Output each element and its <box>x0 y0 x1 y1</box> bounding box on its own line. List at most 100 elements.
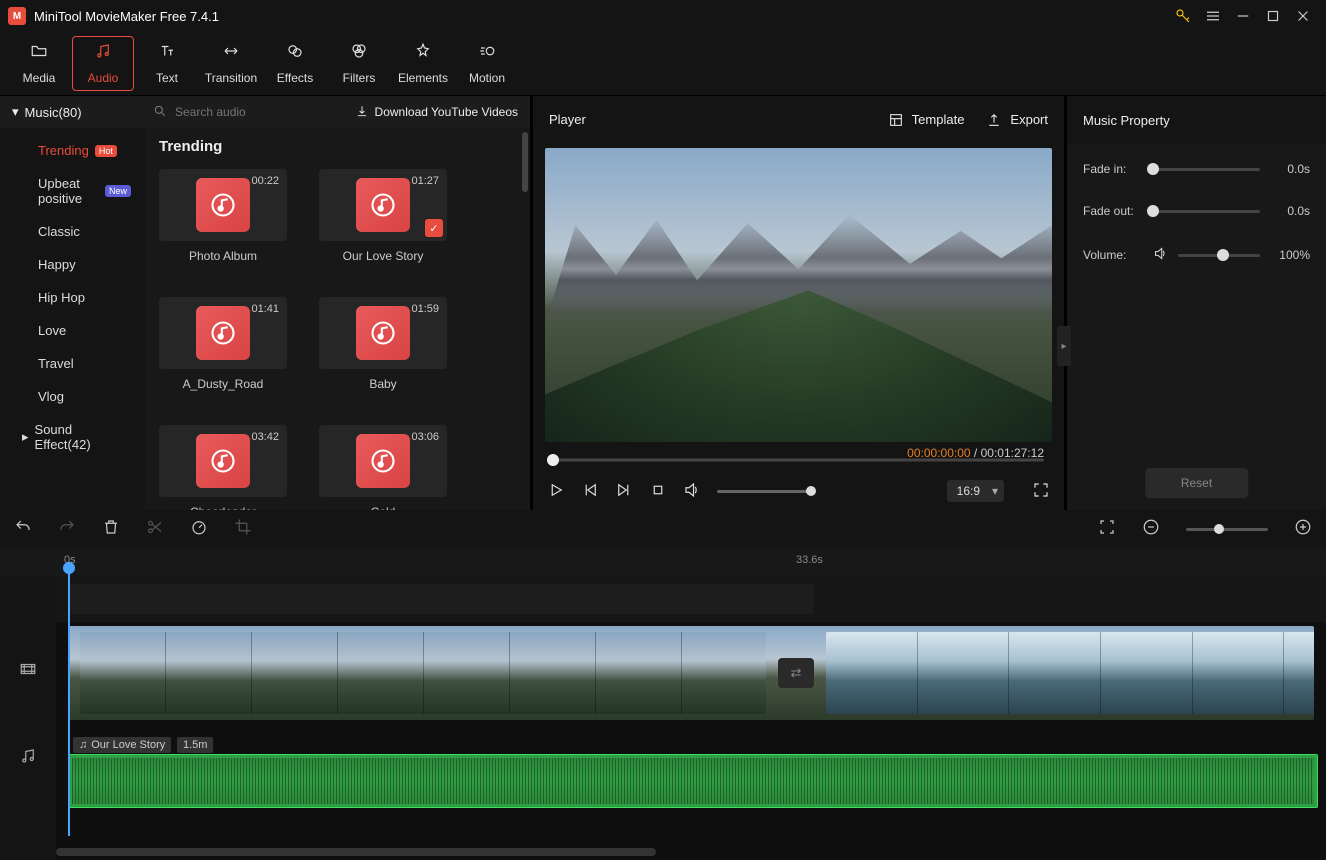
video-clip-1[interactable] <box>80 632 766 714</box>
scrollbar-thumb[interactable] <box>522 132 528 192</box>
split-button[interactable] <box>146 518 164 540</box>
ribbon-audio[interactable]: Audio <box>72 36 134 91</box>
scrub-handle[interactable] <box>547 454 559 466</box>
aspect-ratio-select[interactable]: 16:9 <box>947 480 1004 502</box>
zoom-in-button[interactable] <box>1294 518 1312 540</box>
zoom-slider[interactable] <box>1186 528 1268 531</box>
video-preview <box>545 148 1052 443</box>
close-button[interactable] <box>1288 1 1318 31</box>
playhead[interactable] <box>68 570 70 836</box>
music-thumb-icon <box>356 434 410 488</box>
titlebar: M MiniTool MovieMaker Free 7.4.1 <box>0 0 1326 32</box>
audio-track[interactable]: ♫ Our Love Story 1.5m <box>56 734 1326 814</box>
current-time: 00:00:00:00 <box>907 446 970 460</box>
category-hip-hop[interactable]: Hip Hop <box>0 281 145 314</box>
ribbon-media[interactable]: Media <box>8 36 70 91</box>
undo-button[interactable] <box>14 518 32 540</box>
prev-frame-button[interactable] <box>581 481 599 502</box>
timeline-scrollbar[interactable] <box>56 848 656 856</box>
play-button[interactable] <box>547 481 565 502</box>
delete-button[interactable] <box>102 518 120 540</box>
audio-item[interactable]: 00:22Photo Album <box>159 169 287 263</box>
audio-item[interactable]: 03:06Cold <box>319 425 447 510</box>
fade-in-row: Fade in: 0.0s <box>1083 162 1310 176</box>
video-clip-2[interactable] <box>826 632 1314 714</box>
category-travel[interactable]: Travel <box>0 347 145 380</box>
video-track[interactable]: ⇄ <box>68 626 1314 720</box>
audio-name: Photo Album <box>159 249 287 263</box>
volume-icon[interactable] <box>683 481 701 502</box>
chevron-right-icon: ▸ <box>22 429 29 445</box>
music-thumb-icon <box>356 178 410 232</box>
music-thumb-icon <box>356 306 410 360</box>
badge: Hot <box>95 145 117 157</box>
music-section-toggle[interactable]: ▾ Music(80) <box>0 104 145 120</box>
music-thumb-icon <box>196 306 250 360</box>
ribbon-text[interactable]: Text <box>136 36 198 91</box>
key-icon[interactable] <box>1168 1 1198 31</box>
stop-button[interactable] <box>649 481 667 502</box>
overlay-track[interactable] <box>56 576 1326 622</box>
fit-zoom-button[interactable] <box>1098 518 1116 540</box>
video-track-icon <box>0 622 56 716</box>
collapse-panel-button[interactable]: ▸ <box>1057 326 1071 366</box>
category-upbeat-positive[interactable]: Upbeat positiveNew <box>0 167 145 215</box>
duration: 01:41 <box>251 303 279 315</box>
volume-row: Volume: 100% <box>1083 246 1310 264</box>
check-icon: ✓ <box>425 219 443 237</box>
category-trending[interactable]: TrendingHot <box>0 134 145 167</box>
ribbon-motion[interactable]: Motion <box>456 36 518 91</box>
folder-icon <box>30 42 48 65</box>
speed-button[interactable] <box>190 518 208 540</box>
duration: 01:59 <box>411 303 439 315</box>
audio-item[interactable]: 03:42 Cheerleader <box>159 425 287 510</box>
audio-item[interactable]: 01:41A_Dusty_Road <box>159 297 287 391</box>
category-vlog[interactable]: Vlog <box>0 380 145 413</box>
transition-slot[interactable]: ⇄ <box>778 658 814 688</box>
property-title: Music Property <box>1083 113 1170 128</box>
time-ruler[interactable]: 0s 33.6s <box>0 548 1326 576</box>
audio-clip[interactable]: ♫ Our Love Story 1.5m <box>68 754 1318 808</box>
audio-item[interactable]: 01:27✓Our Love Story <box>319 169 447 263</box>
export-button[interactable]: Export <box>986 112 1048 128</box>
ribbon-effects[interactable]: Effects <box>264 36 326 91</box>
volume-slider[interactable] <box>717 490 811 493</box>
sound-effect-section[interactable]: ▸Sound Effect(42) <box>0 413 145 461</box>
ribbon-filters[interactable]: Filters <box>328 36 390 91</box>
search-input[interactable] <box>175 105 347 119</box>
fade-out-slider[interactable] <box>1153 210 1260 213</box>
music-section-label: Music(80) <box>25 105 82 120</box>
duration: 03:42 <box>251 431 279 443</box>
elements-icon <box>414 42 432 65</box>
motion-icon <box>478 42 496 65</box>
audio-item[interactable]: 01:59Baby <box>319 297 447 391</box>
scrub-bar[interactable]: 00:00:00:00 / 00:01:27:12 <box>545 448 1052 472</box>
audio-name: Cheerleader <box>159 505 287 510</box>
speaker-icon[interactable] <box>1153 246 1168 264</box>
minimize-button[interactable] <box>1228 1 1258 31</box>
category-love[interactable]: Love <box>0 314 145 347</box>
fade-out-row: Fade out: 0.0s <box>1083 204 1310 218</box>
template-button[interactable]: Template <box>888 112 965 128</box>
reset-button[interactable]: Reset <box>1145 468 1248 498</box>
total-time: 00:01:27:12 <box>981 446 1044 460</box>
download-youtube-link[interactable]: Download YouTube Videos <box>355 104 530 121</box>
audio-name: Cold <box>319 505 447 510</box>
crop-button[interactable] <box>234 518 252 540</box>
volume-prop-slider[interactable] <box>1178 254 1260 257</box>
category-happy[interactable]: Happy <box>0 248 145 281</box>
menu-icon[interactable] <box>1198 1 1228 31</box>
ribbon-transition[interactable]: Transition <box>200 36 262 91</box>
category-classic[interactable]: Classic <box>0 215 145 248</box>
fade-in-slider[interactable] <box>1153 168 1260 171</box>
audio-track-icon <box>0 716 56 796</box>
redo-button[interactable] <box>58 518 76 540</box>
maximize-button[interactable] <box>1258 1 1288 31</box>
music-thumb-icon <box>196 434 250 488</box>
ribbon-elements[interactable]: Elements <box>392 36 454 91</box>
fullscreen-button[interactable] <box>1032 481 1050 502</box>
fade-in-label: Fade in: <box>1083 162 1143 176</box>
ruler-mid: 33.6s <box>796 554 823 566</box>
zoom-out-button[interactable] <box>1142 518 1160 540</box>
next-frame-button[interactable] <box>615 481 633 502</box>
